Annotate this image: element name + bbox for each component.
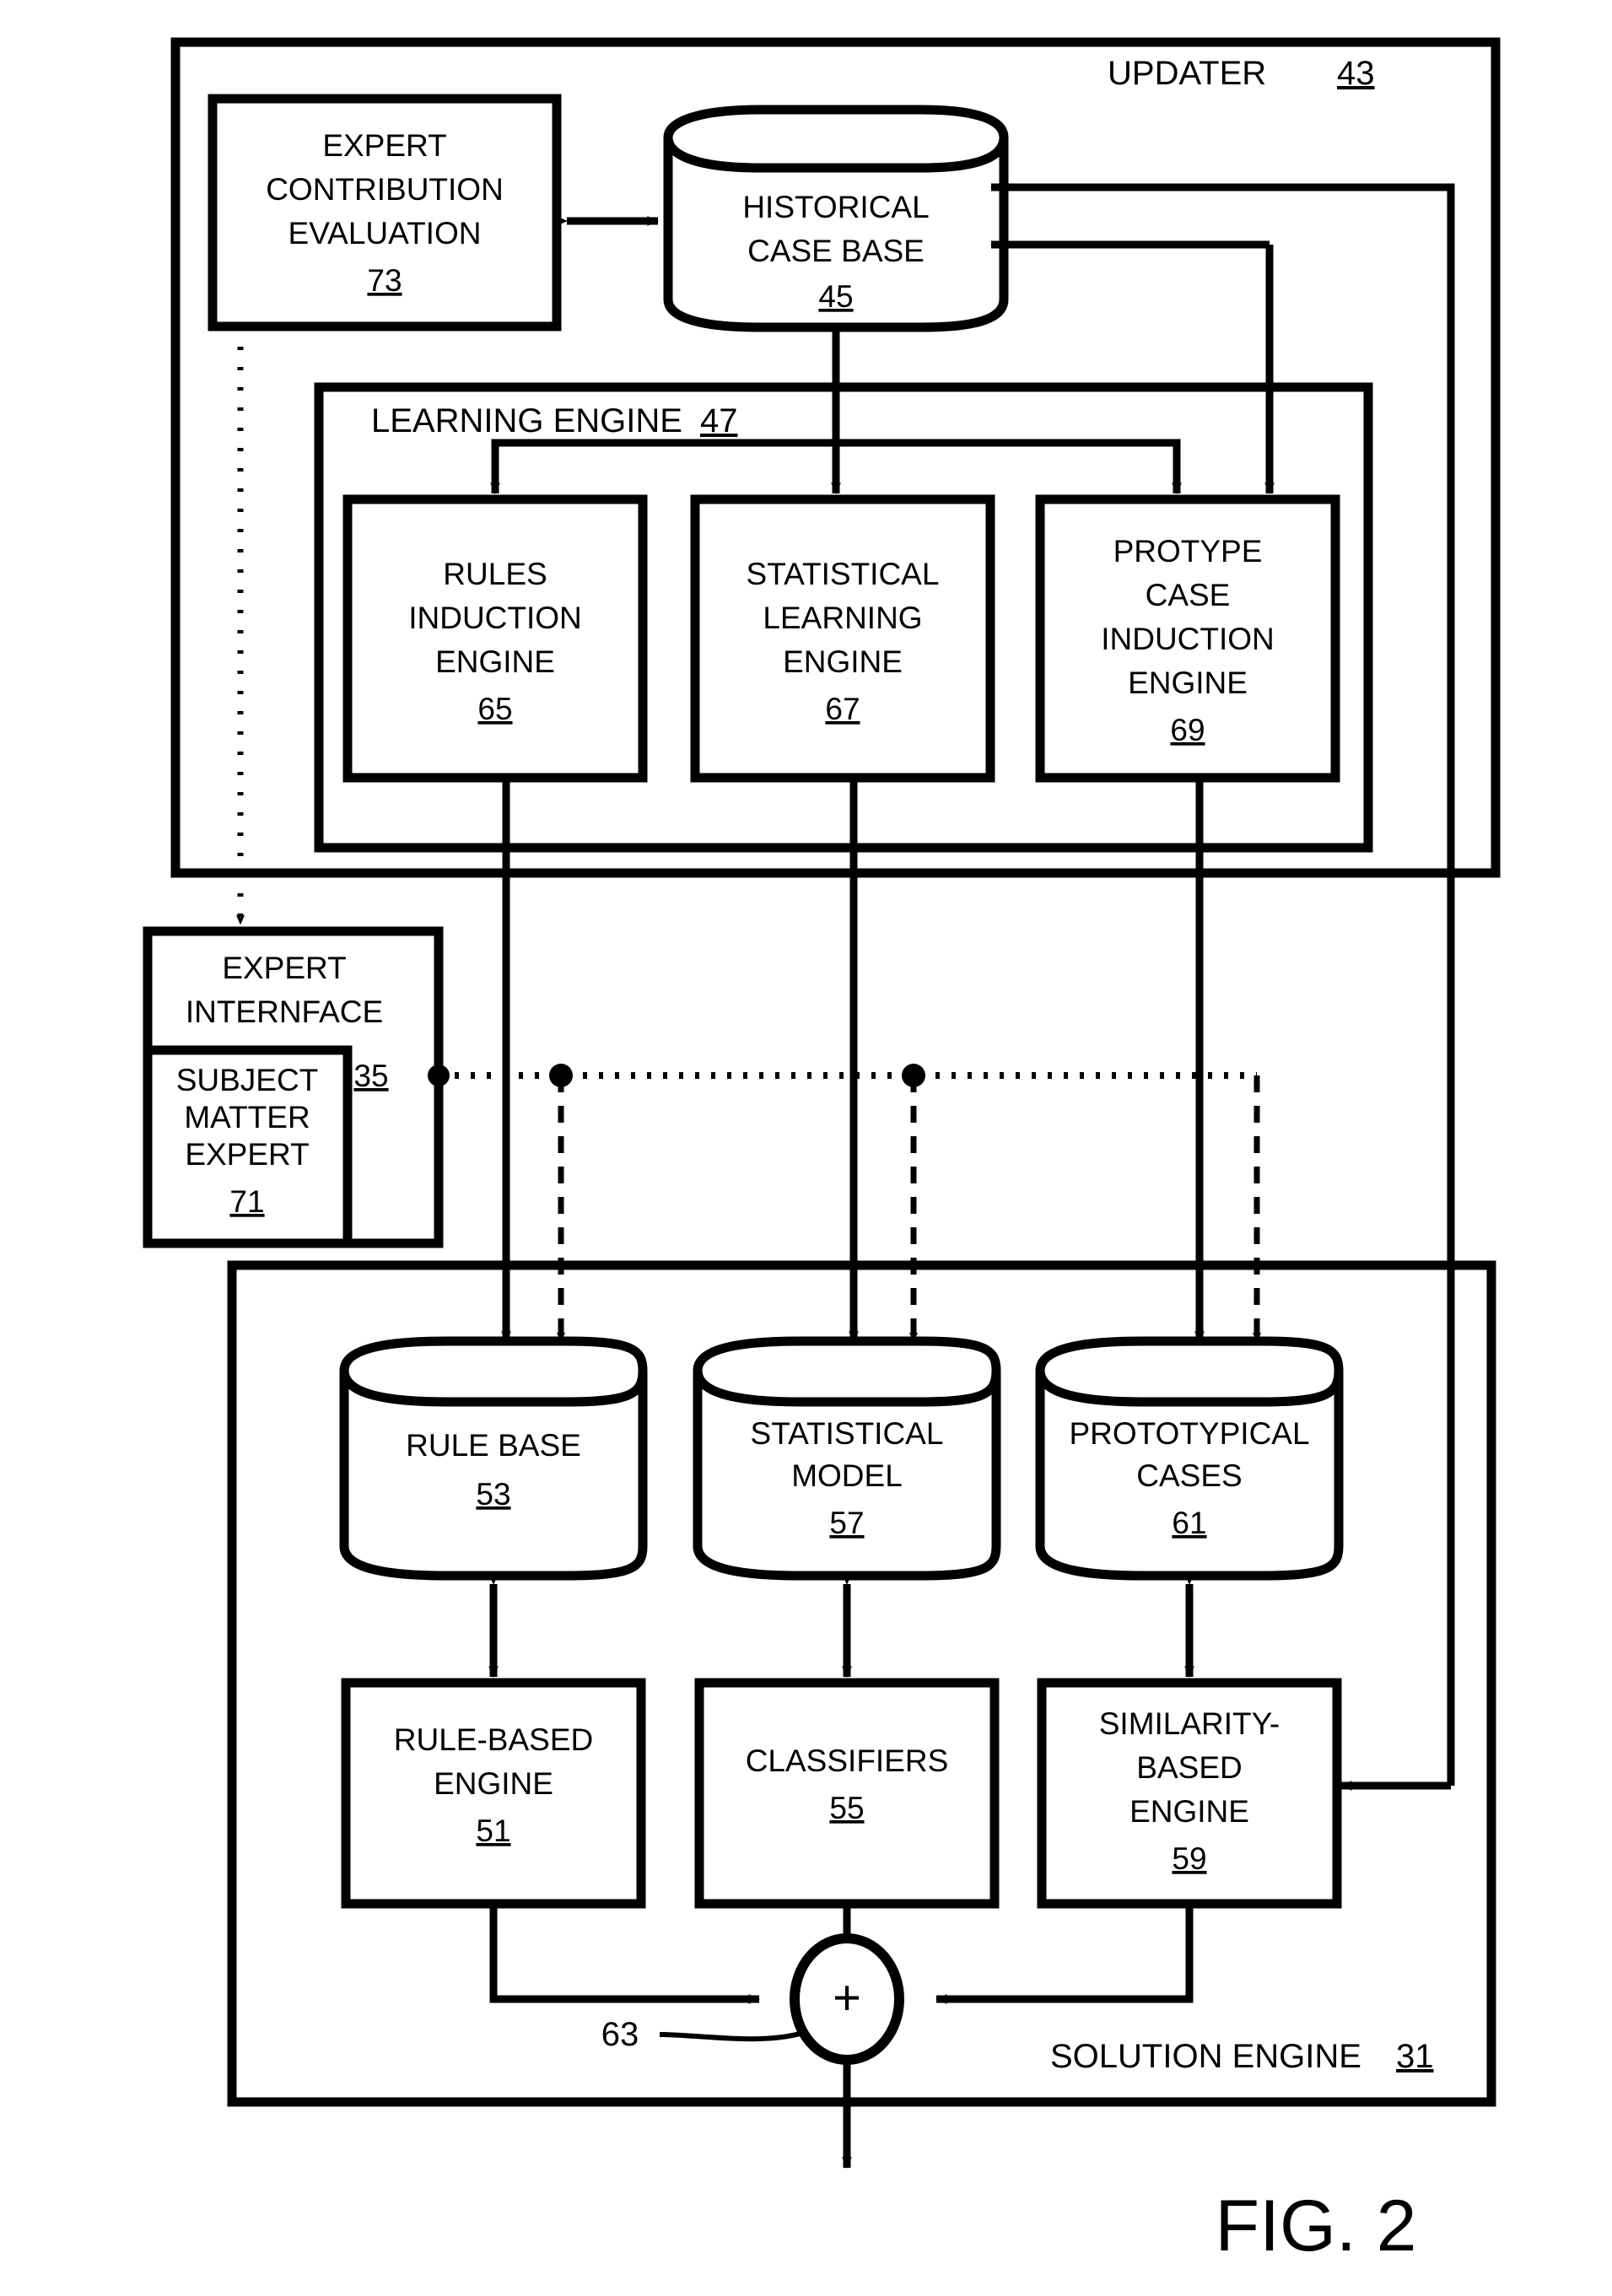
- prototypical-cases-line-2: CASES: [1136, 1458, 1242, 1493]
- subject-matter-expert-line-2: MATTER: [184, 1100, 310, 1135]
- expert-contribution-evaluation-line-3: EVALUATION: [288, 216, 482, 251]
- statistical-learning-engine-ref: 67: [825, 692, 860, 726]
- protype-case-induction-engine-line-4: ENGINE: [1128, 666, 1248, 700]
- rule-base-ref: 53: [476, 1477, 510, 1512]
- protype-case-induction-engine-line-3: INDUCTION: [1101, 622, 1275, 656]
- leader-line-63: [659, 2030, 804, 2042]
- link-casebase-to-protype-induction: [836, 439, 1182, 494]
- statistical-model-line-2: MODEL: [791, 1458, 903, 1493]
- protype-case-induction-engine-ref: 69: [1170, 713, 1205, 747]
- link-rule-based-engine-to-sum: [489, 1904, 760, 2004]
- rules-induction-engine-line-2: INDUCTION: [408, 601, 582, 635]
- expert-contribution-evaluation-line-2: CONTRIBUTION: [266, 172, 504, 207]
- historical-case-base-line-1: HISTORICAL: [742, 190, 929, 224]
- summation-node-ref: 63: [601, 2016, 639, 2053]
- classifiers-line-1: CLASSIFIERS: [746, 1744, 949, 1778]
- prototypical-cases-ref: 61: [1172, 1506, 1206, 1540]
- similarity-based-engine-ref: 59: [1172, 1841, 1206, 1876]
- link-casebase-to-rules-induction: [490, 439, 836, 494]
- statistical-learning-engine-line-1: STATISTICAL: [747, 557, 940, 591]
- rule-based-engine-line-1: RULE-BASED: [394, 1722, 593, 1757]
- rule-based-engine-line-2: ENGINE: [434, 1766, 553, 1801]
- expert-interface-ref: 35: [353, 1059, 388, 1093]
- learning-engine-label: LEARNING ENGINE: [371, 402, 682, 439]
- subject-matter-expert-line-1: SUBJECT: [176, 1063, 319, 1097]
- historical-case-base-line-2: CASE BASE: [747, 234, 925, 268]
- learning-engine-ref: 47: [700, 402, 738, 439]
- statistical-model-line-1: STATISTICAL: [751, 1416, 944, 1451]
- rules-induction-engine-line-3: ENGINE: [435, 644, 555, 679]
- expert-interface-label-line-1: EXPERT: [222, 951, 346, 985]
- classifiers-ref: 55: [829, 1791, 864, 1825]
- rules-induction-engine-ref: 65: [477, 692, 512, 726]
- updater-ref: 43: [1337, 55, 1375, 92]
- solution-engine-label: SOLUTION ENGINE: [1050, 2038, 1361, 2075]
- historical-case-base-ref: 45: [818, 279, 853, 314]
- figure-caption: FIG. 2: [1216, 2186, 1417, 2266]
- similarity-based-engine-line-3: ENGINE: [1129, 1794, 1249, 1829]
- statistical-model-ref: 57: [829, 1506, 864, 1540]
- subject-matter-expert-ref: 71: [229, 1184, 264, 1219]
- updater-label: UPDATER: [1108, 55, 1266, 92]
- expert-contribution-evaluation-line-1: EXPERT: [322, 128, 446, 163]
- statistical-learning-engine-line-3: ENGINE: [783, 644, 903, 679]
- rules-induction-engine-line-1: RULES: [443, 557, 547, 591]
- link-similarity-engine-to-sum: [935, 1904, 1194, 2004]
- similarity-based-engine-line-1: SIMILARITY-: [1099, 1706, 1280, 1741]
- statistical-learning-engine-box: [690, 494, 995, 783]
- patent-figure-2: UPDATER 43 EXPERT CONTRIBUTION EVALUATIO…: [143, 37, 1501, 2266]
- summation-symbol: +: [833, 1970, 861, 2025]
- rule-base-line-1: RULE BASE: [406, 1428, 581, 1463]
- rules-induction-engine-box: [342, 494, 648, 783]
- solution-engine-ref: 31: [1396, 2038, 1434, 2075]
- protype-case-induction-engine-line-2: CASE: [1146, 578, 1231, 612]
- protype-case-induction-engine-line-1: PROTYPE: [1113, 534, 1263, 569]
- rule-based-engine-ref: 51: [476, 1814, 510, 1848]
- expert-interface-label-line-2: INTERNFACE: [186, 994, 383, 1029]
- subject-matter-expert-line-3: EXPERT: [185, 1137, 309, 1172]
- similarity-based-engine-line-2: BASED: [1136, 1750, 1242, 1785]
- expert-contribution-evaluation-ref: 73: [367, 263, 402, 298]
- prototypical-cases-line-1: PROTOTYPICAL: [1069, 1416, 1309, 1451]
- statistical-learning-engine-line-2: LEARNING: [763, 601, 922, 635]
